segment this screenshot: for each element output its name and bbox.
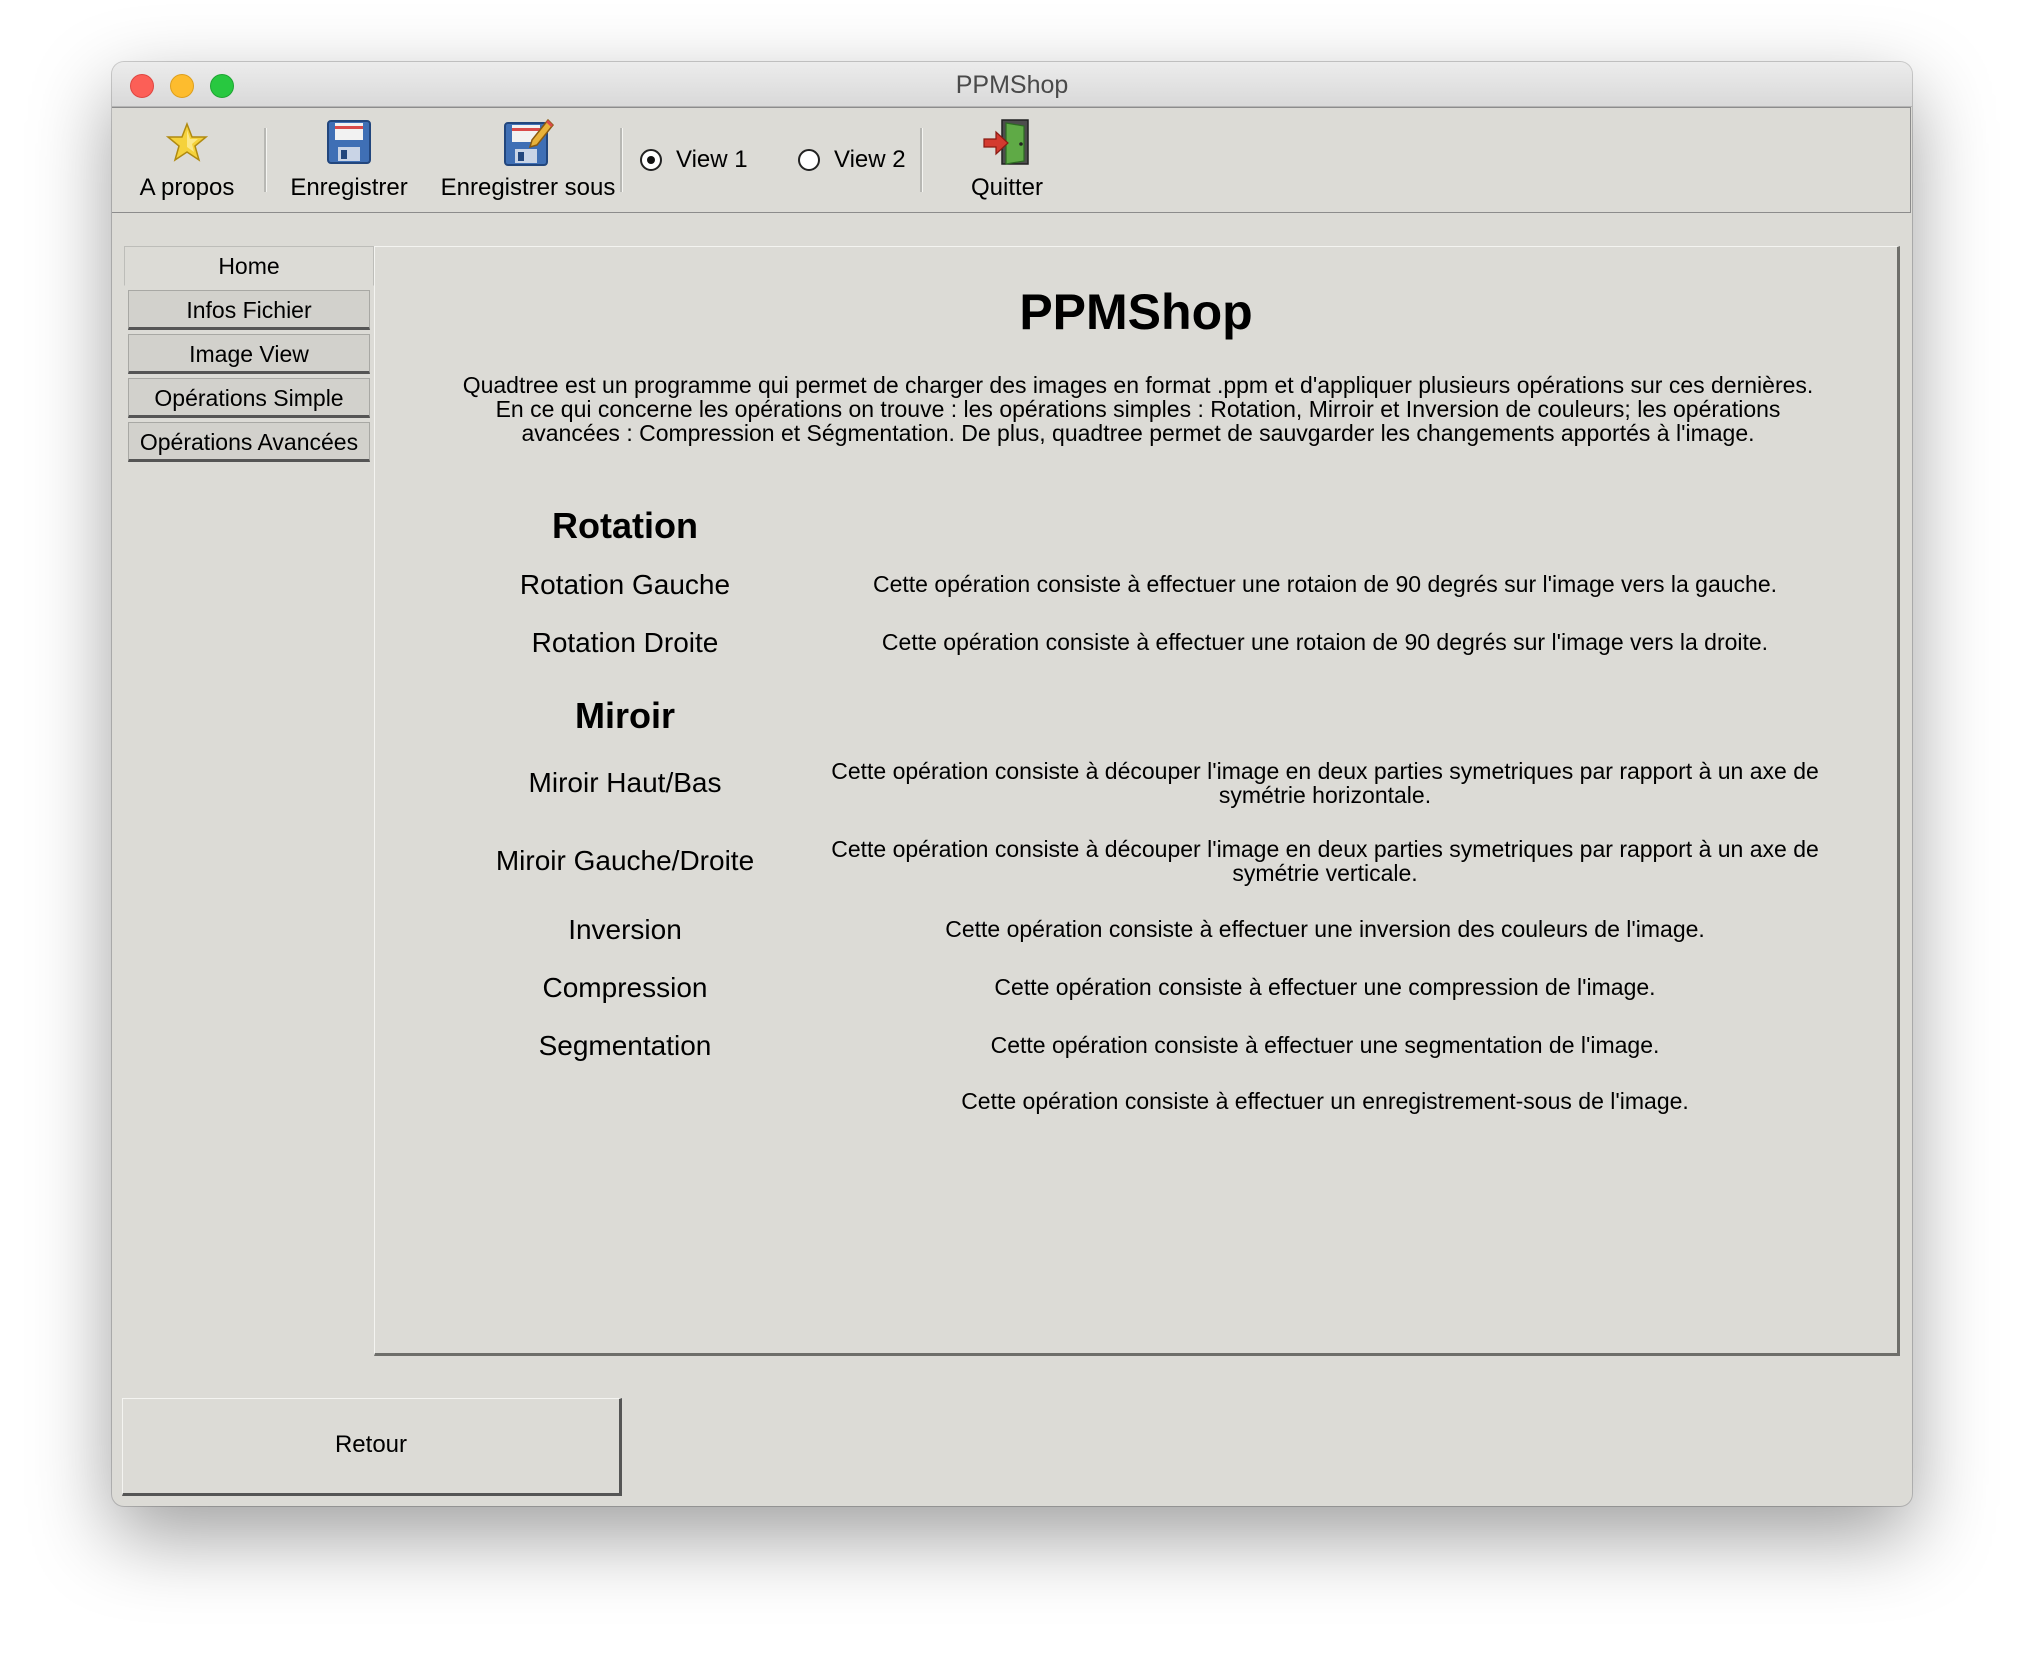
radio-checked-indicator bbox=[640, 149, 662, 171]
quit-button[interactable]: Quitter bbox=[952, 116, 1062, 206]
operation-description: Cette opération consiste à découper l'im… bbox=[831, 758, 1819, 808]
page-title: PPMShop bbox=[1019, 284, 1253, 340]
toolbar: A propos Enregistrer Enregistrer sous Vi… bbox=[112, 107, 1911, 213]
operation-name: Miroir Gauche/Droite bbox=[495, 845, 755, 876]
window-title: PPMShop bbox=[955, 71, 1069, 99]
toolbar-separator bbox=[620, 128, 623, 192]
exit-door-icon bbox=[983, 119, 1029, 165]
app-window: PPMShop A propos Enregistrer Enregistrer… bbox=[112, 62, 1912, 1506]
operation-description: Cette opération consiste à effectuer une… bbox=[990, 1032, 1660, 1058]
floppy-disk-pen-icon bbox=[504, 118, 554, 166]
save-as-button[interactable]: Enregistrer sous bbox=[428, 116, 628, 206]
back-button[interactable]: Retour bbox=[122, 1398, 622, 1496]
section-heading-rotation: Rotation bbox=[552, 505, 698, 546]
quit-label: Quitter bbox=[970, 174, 1044, 201]
view2-label: View 2 bbox=[834, 146, 906, 173]
title-bar: PPMShop bbox=[112, 62, 1912, 107]
view2-radio[interactable]: View 2 bbox=[798, 146, 906, 174]
tab-operations-avancees[interactable]: Opérations Avancées bbox=[128, 422, 370, 462]
toolbar-separator bbox=[920, 128, 923, 192]
tab-image-view[interactable]: Image View bbox=[128, 334, 370, 374]
toolbar-separator bbox=[264, 128, 267, 192]
operation-description: Cette opération consiste à effectuer une… bbox=[872, 571, 1778, 597]
operation-name: Segmentation bbox=[538, 1030, 712, 1061]
tab-home[interactable]: Home bbox=[124, 246, 374, 286]
star-icon bbox=[166, 121, 208, 162]
operation-description: Cette opération consiste à effectuer une… bbox=[881, 629, 1769, 655]
home-panel: PPMShop Quadtree est un programme qui pe… bbox=[374, 246, 1900, 1356]
tab-operations-simple[interactable]: Opérations Simple bbox=[128, 378, 370, 418]
view1-radio[interactable]: View 1 bbox=[640, 146, 748, 174]
intro-text: Quadtree est un programme qui permet de … bbox=[462, 372, 1814, 446]
operation-name: Compression bbox=[542, 972, 708, 1003]
operation-description: Cette opération consiste à effectuer une… bbox=[945, 916, 1705, 942]
save-as-label: Enregistrer sous bbox=[440, 174, 616, 201]
tab-infos-fichier[interactable]: Infos Fichier bbox=[128, 290, 370, 330]
radio-unchecked-indicator bbox=[798, 149, 820, 171]
operation-description: Cette opération consiste à effectuer un … bbox=[961, 1088, 1689, 1114]
view1-label: View 1 bbox=[676, 146, 748, 173]
about-label: A propos bbox=[139, 174, 235, 201]
operation-description: Cette opération consiste à découper l'im… bbox=[831, 836, 1819, 886]
about-button[interactable]: A propos bbox=[132, 116, 242, 206]
operation-name: Miroir Haut/Bas bbox=[528, 767, 722, 798]
section-heading-miroir: Miroir bbox=[574, 695, 675, 736]
operation-name: Inversion bbox=[568, 914, 682, 945]
operation-name: Rotation Gauche bbox=[519, 569, 731, 600]
floppy-disk-icon bbox=[327, 120, 371, 164]
sidebar-tabs: Home Infos Fichier Image View Opérations… bbox=[124, 246, 374, 466]
operation-name: Rotation Droite bbox=[531, 627, 719, 658]
save-label: Enregistrer bbox=[290, 174, 408, 201]
operation-description: Cette opération consiste à effectuer une… bbox=[994, 974, 1656, 1000]
save-button[interactable]: Enregistrer bbox=[288, 116, 410, 206]
